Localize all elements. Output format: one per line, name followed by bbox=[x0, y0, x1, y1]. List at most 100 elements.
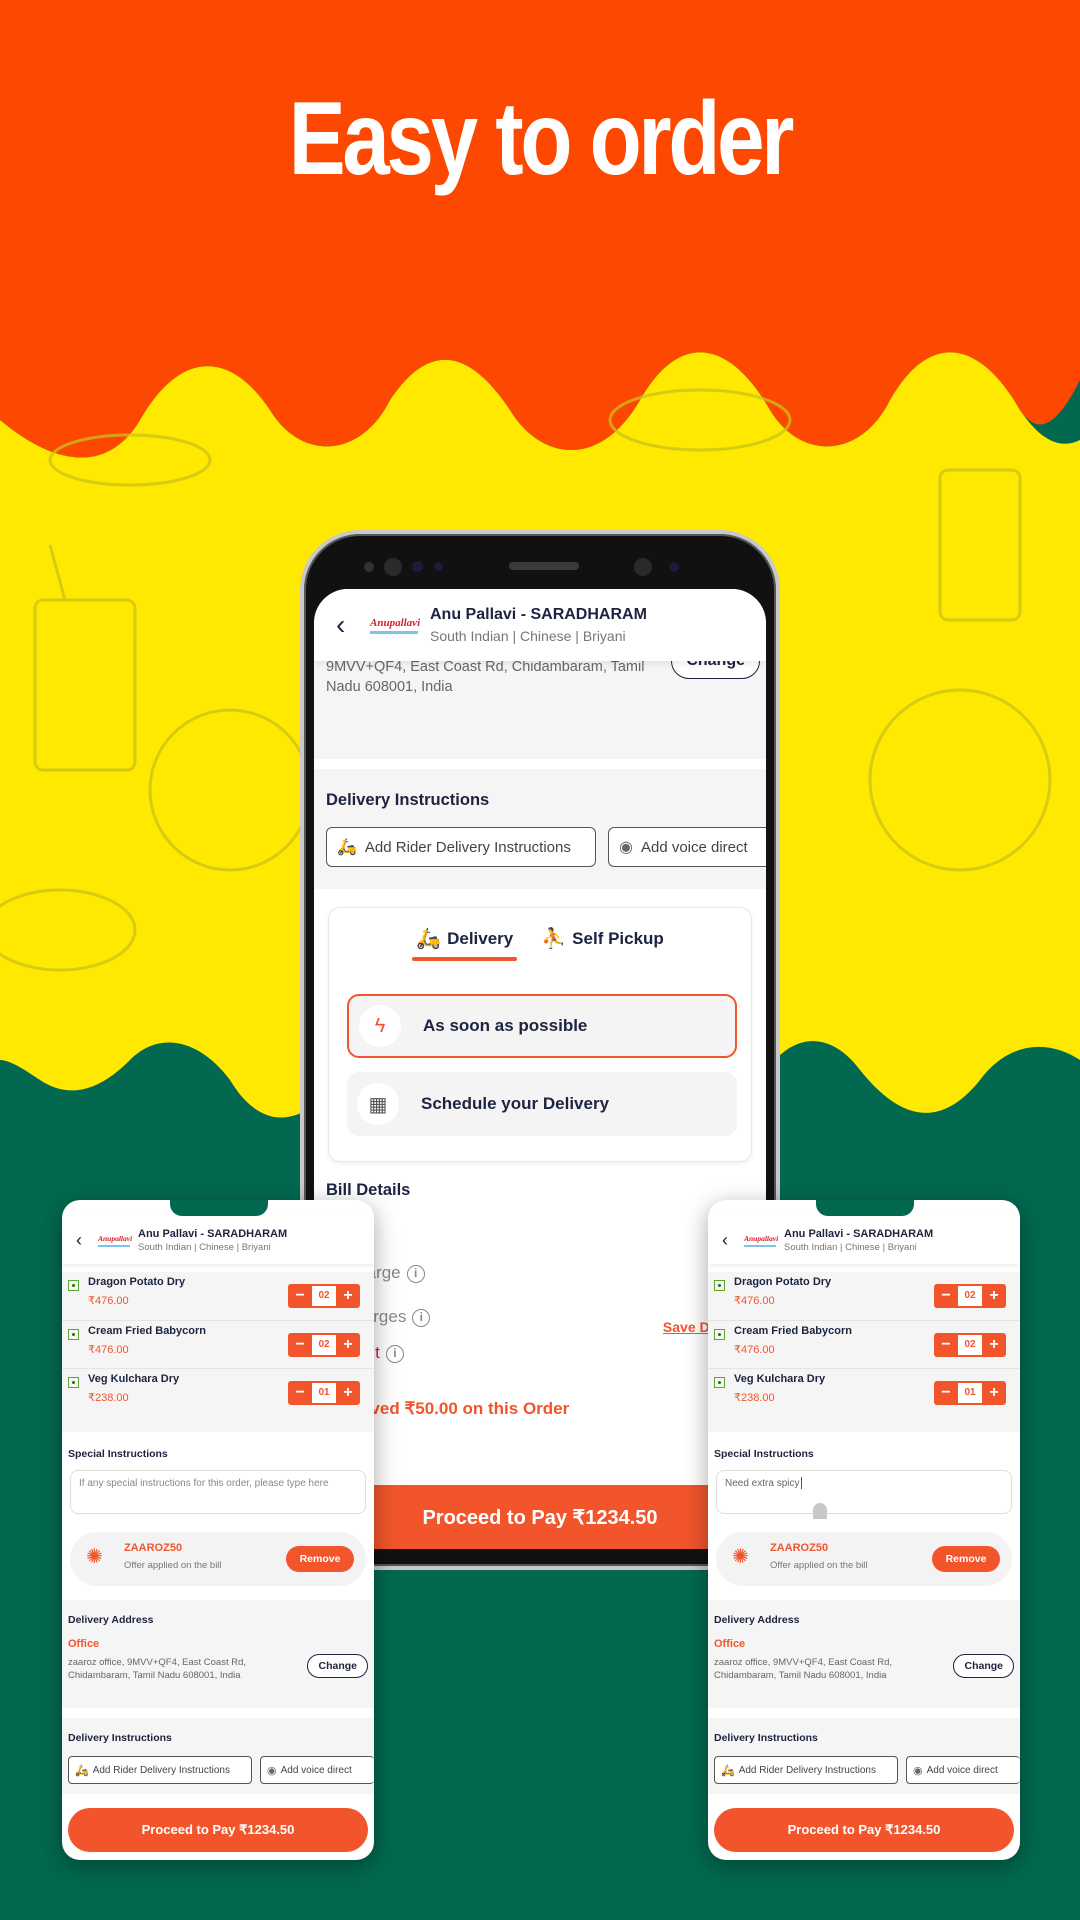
cart-items: Dragon Potato Dry ₹476.00 − 02 + Cream F… bbox=[62, 1272, 374, 1432]
coupon-code: ZAAROZ50 bbox=[124, 1542, 183, 1554]
coupon-code: ZAAROZ50 bbox=[770, 1542, 829, 1554]
rider-icon: 🛵 bbox=[721, 1764, 735, 1777]
delivery-instructions-title: Delivery Instructions bbox=[326, 791, 490, 809]
increment-button[interactable]: + bbox=[336, 1333, 360, 1357]
decrement-button[interactable]: − bbox=[288, 1381, 312, 1405]
back-arrow-icon[interactable]: ‹ bbox=[76, 1231, 88, 1249]
sensor-icon bbox=[412, 561, 423, 572]
veg-icon bbox=[714, 1377, 725, 1388]
quantity-stepper: − 02 + bbox=[934, 1284, 1006, 1308]
delivery-address-section: Delivery Address Office zaaroz office, 9… bbox=[708, 1600, 1020, 1708]
quantity-stepper: − 02 + bbox=[934, 1333, 1006, 1357]
speaker-grille bbox=[509, 562, 579, 570]
headline: Easy to order bbox=[288, 81, 795, 197]
delivery-mode-card: 🛵 Delivery ⛹ Self Pickup ϟ As soon as po… bbox=[328, 907, 752, 1162]
cart-items: Dragon Potato Dry ₹476.00 − 02 + Cream F… bbox=[708, 1272, 1020, 1432]
delivery-address-section: 9MVV+QF4, East Coast Rd, Chidambaram, Ta… bbox=[314, 643, 766, 759]
decrement-button[interactable]: − bbox=[934, 1284, 958, 1308]
delivery-instructions-section: Delivery Instructions 🛵 Add Rider Delive… bbox=[314, 769, 766, 889]
cart-item: Dragon Potato Dry ₹476.00 − 02 + bbox=[708, 1272, 1020, 1320]
coupon-card: ✺ ZAAROZ50 Offer applied on the bill Rem… bbox=[716, 1532, 1012, 1586]
phone-notch bbox=[170, 1200, 268, 1216]
address-text: zaaroz office, 9MVV+QF4, East Coast Rd, … bbox=[714, 1657, 893, 1681]
increment-button[interactable]: + bbox=[982, 1333, 1006, 1357]
voice-directions-chip[interactable]: ◉ Add voice direct bbox=[260, 1756, 374, 1784]
restaurant-logo: Anupallavi bbox=[744, 1234, 778, 1247]
center-screen: ‹ Anupallavi Anu Pallavi - SARADHARAM So… bbox=[314, 589, 766, 1549]
special-instructions-title: Special Instructions bbox=[714, 1448, 814, 1460]
sensor-icon bbox=[364, 562, 374, 572]
special-instructions-title: Special Instructions bbox=[68, 1448, 168, 1460]
info-icon[interactable]: i bbox=[385, 1344, 404, 1363]
phone-top-bezel bbox=[304, 534, 776, 594]
increment-button[interactable]: + bbox=[336, 1381, 360, 1405]
tab-delivery[interactable]: 🛵 Delivery bbox=[412, 926, 518, 961]
back-arrow-icon[interactable]: ‹ bbox=[722, 1231, 734, 1249]
change-address-button[interactable]: Change bbox=[307, 1654, 368, 1678]
rider-icon: 🛵 bbox=[75, 1764, 89, 1777]
cart-item: Dragon Potato Dry ₹476.00 − 02 + bbox=[62, 1272, 374, 1320]
option-asap[interactable]: ϟ As soon as possible bbox=[347, 994, 737, 1058]
coupon-subtitle: Offer applied on the bill bbox=[770, 1560, 868, 1571]
remove-coupon-button[interactable]: Remove bbox=[932, 1546, 1000, 1572]
quantity-stepper: − 02 + bbox=[288, 1284, 360, 1308]
bill-details-title: Bill Details bbox=[326, 1181, 411, 1199]
restaurant-logo: Anupallavi bbox=[98, 1234, 132, 1247]
cart-item: Cream Fried Babycorn ₹476.00 − 02 + bbox=[62, 1320, 374, 1368]
rider-instructions-chip[interactable]: 🛵 Add Rider Delivery Instructions bbox=[326, 827, 596, 867]
proceed-to-pay-button[interactable]: Proceed to Pay ₹1234.50 bbox=[314, 1485, 766, 1549]
veg-icon bbox=[68, 1377, 79, 1388]
restaurant-cuisines: South Indian | Chinese | Briyani bbox=[784, 1241, 917, 1253]
pickup-icon: ⛹ bbox=[541, 928, 567, 950]
delivery-address-section: Delivery Address Office zaaroz office, 9… bbox=[62, 1600, 374, 1708]
rider-instructions-chip[interactable]: 🛵 Add Rider Delivery Instructions bbox=[714, 1756, 898, 1784]
increment-button[interactable]: + bbox=[982, 1284, 1006, 1308]
option-schedule[interactable]: ▦ Schedule your Delivery bbox=[347, 1072, 737, 1136]
text-selection-handle[interactable] bbox=[813, 1503, 827, 1519]
tab-self-pickup[interactable]: ⛹ Self Pickup bbox=[541, 926, 664, 961]
back-arrow-icon[interactable]: ‹ bbox=[336, 611, 356, 639]
rider-icon: 🛵 bbox=[337, 839, 357, 856]
cart-item: Cream Fried Babycorn ₹476.00 − 02 + bbox=[708, 1320, 1020, 1368]
text-cursor bbox=[801, 1477, 803, 1490]
veg-icon bbox=[68, 1280, 79, 1291]
special-instructions-input[interactable]: Need extra spicy bbox=[716, 1470, 1012, 1519]
mic-location-icon: ◉ bbox=[267, 1764, 277, 1777]
mic-location-icon: ◉ bbox=[619, 839, 633, 856]
veg-icon bbox=[714, 1329, 725, 1340]
increment-button[interactable]: + bbox=[336, 1284, 360, 1308]
coupon-subtitle: Offer applied on the bill bbox=[124, 1560, 222, 1571]
coupon-card: ✺ ZAAROZ50 Offer applied on the bill Rem… bbox=[70, 1532, 366, 1586]
address-text: 9MVV+QF4, East Coast Rd, Chidambaram, Ta… bbox=[326, 659, 645, 695]
voice-directions-chip[interactable]: ◉ Add voice direct bbox=[906, 1756, 1020, 1784]
sensor-icon bbox=[434, 562, 443, 571]
decrement-button[interactable]: − bbox=[934, 1381, 958, 1405]
info-icon[interactable]: i bbox=[412, 1308, 431, 1327]
address-label: Office bbox=[714, 1638, 746, 1650]
decrement-button[interactable]: − bbox=[934, 1333, 958, 1357]
veg-icon bbox=[714, 1280, 725, 1291]
remove-coupon-button[interactable]: Remove bbox=[286, 1546, 354, 1572]
mic-location-icon: ◉ bbox=[913, 1764, 923, 1777]
rider-instructions-chip[interactable]: 🛵 Add Rider Delivery Instructions bbox=[68, 1756, 252, 1784]
discount-badge-icon: ✺ bbox=[732, 1546, 749, 1568]
restaurant-header: ‹ Anupallavi Anu Pallavi - SARADHARAM So… bbox=[314, 589, 766, 661]
increment-button[interactable]: + bbox=[982, 1381, 1006, 1405]
restaurant-name: Anu Pallavi - SARADHARAM bbox=[784, 1227, 934, 1240]
decrement-button[interactable]: − bbox=[288, 1333, 312, 1357]
quantity-stepper: − 02 + bbox=[288, 1333, 360, 1357]
proceed-to-pay-button[interactable]: Proceed to Pay ₹1234.50 bbox=[714, 1808, 1014, 1852]
calendar-icon: ▦ bbox=[357, 1083, 399, 1125]
special-instructions-input[interactable]: If any special instructions for this ord… bbox=[70, 1470, 366, 1514]
address-label: Office bbox=[68, 1638, 100, 1650]
change-address-button[interactable]: Change bbox=[953, 1654, 1014, 1678]
scooter-icon: 🛵 bbox=[416, 928, 442, 950]
quantity-stepper: − 01 + bbox=[288, 1381, 360, 1405]
restaurant-name: Anu Pallavi - SARADHARAM bbox=[138, 1227, 288, 1240]
decrement-button[interactable]: − bbox=[288, 1284, 312, 1308]
proceed-to-pay-button[interactable]: Proceed to Pay ₹1234.50 bbox=[68, 1808, 368, 1852]
veg-icon bbox=[68, 1329, 79, 1340]
voice-directions-chip[interactable]: ◉ Add voice direct bbox=[608, 827, 766, 867]
delivery-instructions-section: Delivery Instructions 🛵 Add Rider Deliver… bbox=[708, 1718, 1020, 1794]
info-icon[interactable]: i bbox=[406, 1264, 425, 1283]
